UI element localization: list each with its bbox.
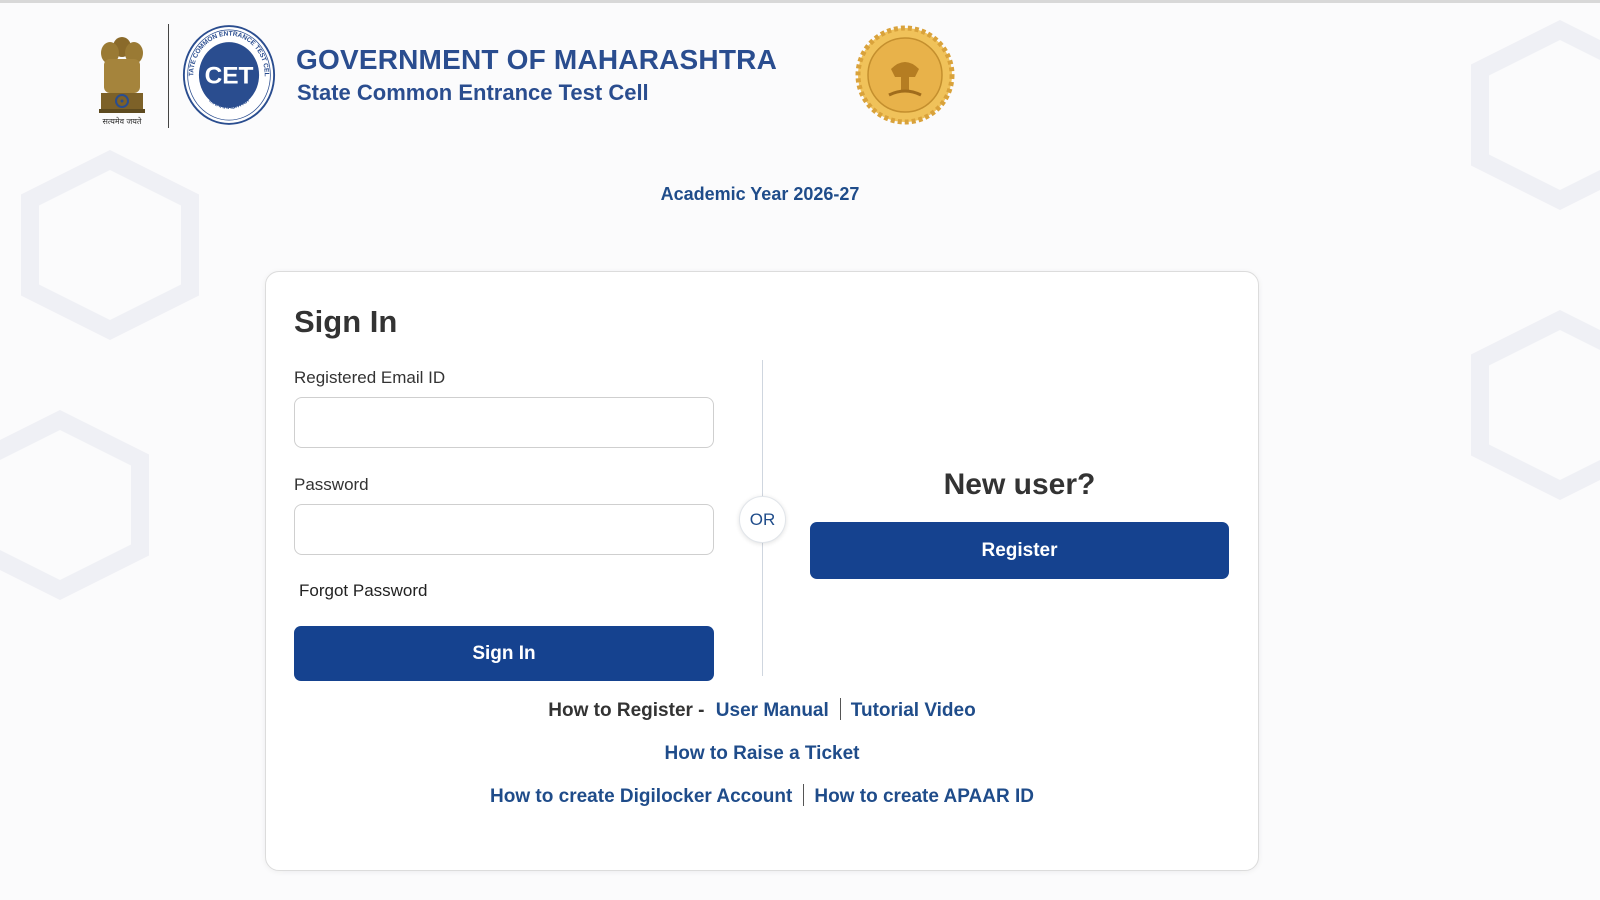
cet-logo-text: CET [205, 62, 254, 89]
new-user-heading: New user? [943, 468, 1096, 501]
link-separator [803, 784, 805, 806]
tutorial-video-link[interactable]: Tutorial Video [851, 700, 976, 721]
password-label: Password [294, 475, 369, 494]
register-button[interactable]: Register [810, 522, 1229, 579]
header-divider [168, 24, 169, 128]
or-badge: OR [739, 496, 786, 543]
signin-title: Sign In [294, 304, 398, 339]
email-field[interactable] [294, 397, 714, 448]
apaar-link[interactable]: How to create APAAR ID [814, 786, 1034, 807]
state-emblem-icon [99, 37, 145, 113]
link-separator [839, 698, 841, 720]
emblem-caption: सत्यमेव जयते [102, 117, 142, 126]
email-label: Registered Email ID [294, 368, 446, 387]
org-subtitle: State Common Entrance Test Cell [297, 80, 649, 105]
login-card: Sign In Registered Email ID Password For… [265, 271, 1259, 871]
maharashtra-seal-icon [855, 25, 955, 125]
cet-logo-icon: STATE COMMON ENTRANCE TEST CELL MAHARASH… [182, 24, 276, 125]
signin-button[interactable]: Sign In [294, 626, 714, 681]
password-field[interactable] [294, 504, 714, 555]
how-to-register-row: How to Register - User Manual Tutorial Vi… [266, 698, 1258, 722]
digilocker-link[interactable]: How to create Digilocker Account [490, 786, 792, 807]
forgot-password-link[interactable]: Forgot Password [299, 581, 428, 601]
raise-ticket-row: How to Raise a Ticket [266, 743, 1258, 765]
user-manual-link[interactable]: User Manual [716, 700, 829, 721]
org-title: GOVERNMENT OF MAHARASHTRA [296, 44, 777, 75]
raise-ticket-link[interactable]: How to Raise a Ticket [665, 743, 860, 764]
academic-year: Academic Year 2026-27 [660, 184, 860, 204]
how-to-register-label: How to Register - [548, 700, 705, 722]
site-header: सत्यमेव जयते STATE COMMON ENTRANCE TEST … [0, 0, 1600, 140]
account-help-row: How to create Digilocker Account How to c… [266, 784, 1258, 808]
